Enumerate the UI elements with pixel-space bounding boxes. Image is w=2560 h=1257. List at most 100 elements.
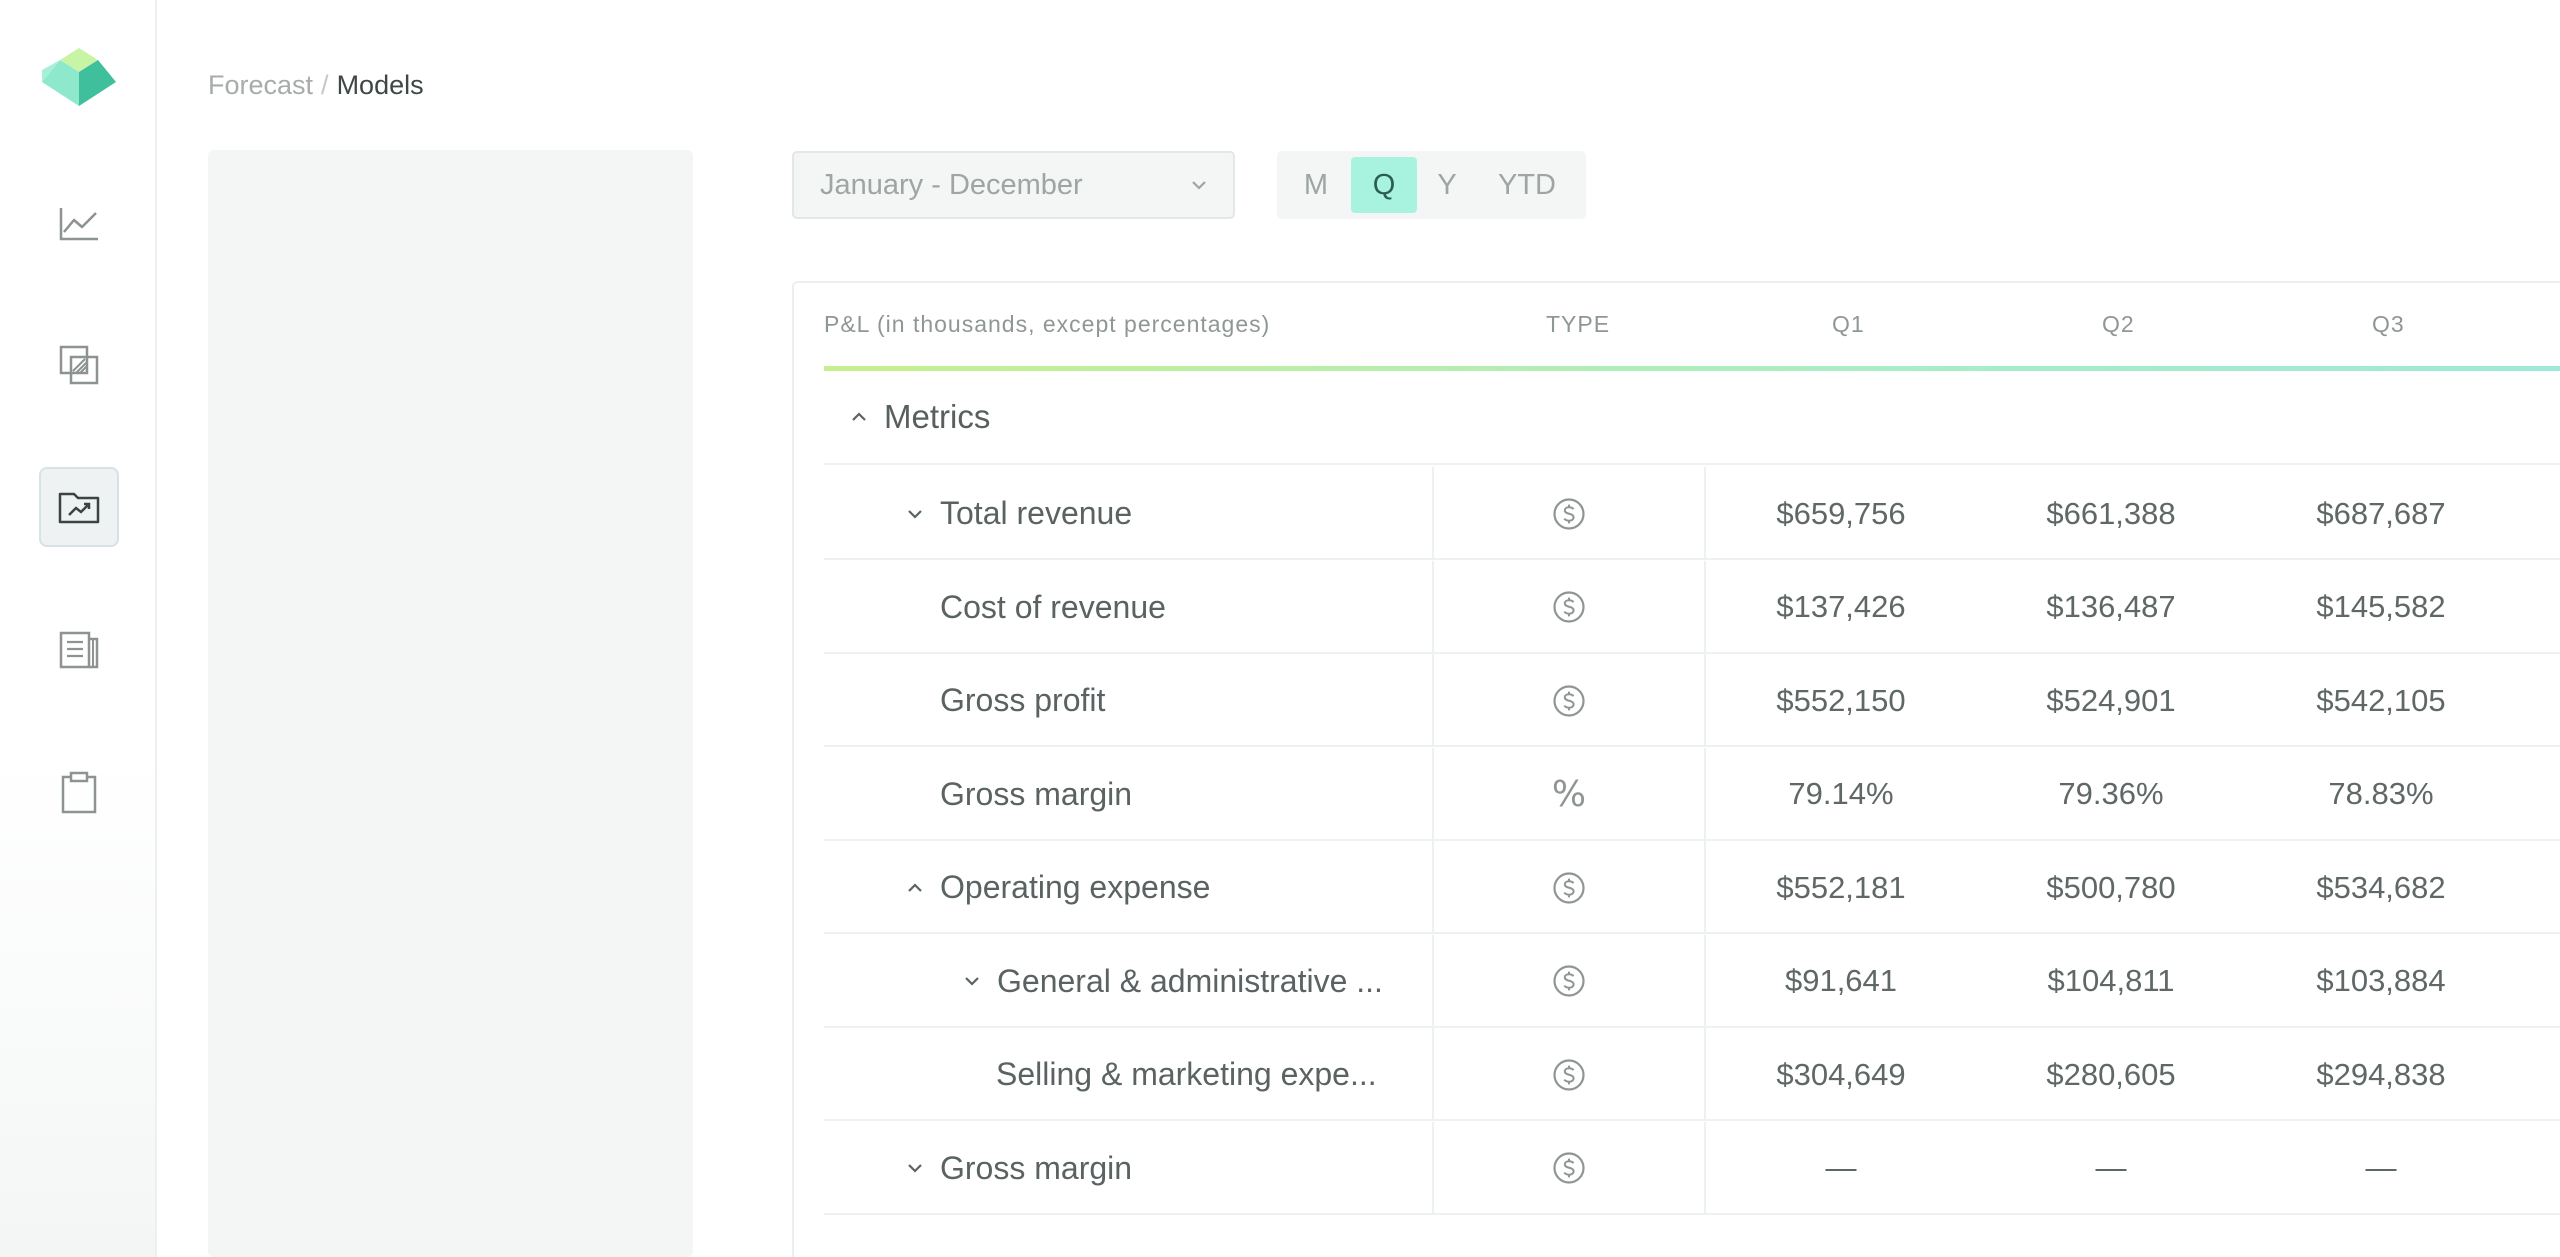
period-button-ytd[interactable]: YTD bbox=[1477, 157, 1577, 213]
row-type-cell bbox=[1434, 841, 1706, 934]
table-row[interactable]: Selling & marketing expe... $304,649 $280,… bbox=[824, 1028, 2560, 1121]
row-label-cell: Gross margin bbox=[824, 1121, 1434, 1215]
nav-item-layers[interactable] bbox=[39, 325, 119, 405]
row-value-q2[interactable]: $136,487 bbox=[1976, 561, 2246, 654]
row-type-cell: % bbox=[1434, 747, 1706, 841]
table-row[interactable]: General & administrative ... $91,641 $104,… bbox=[824, 934, 2560, 1028]
nav-item-analytics[interactable] bbox=[39, 183, 119, 263]
table-row[interactable]: Operating expense $552,181 $500,780 $534,68… bbox=[824, 841, 2560, 934]
row-value-q1[interactable]: $659,756 bbox=[1706, 467, 1976, 560]
table-row[interactable]: Gross margin — — — bbox=[824, 1121, 2560, 1215]
currency-icon bbox=[1553, 965, 1585, 997]
breadcrumb-forecast[interactable]: Forecast bbox=[208, 70, 313, 100]
row-label-cell: Operating expense bbox=[824, 841, 1434, 934]
currency-icon bbox=[1553, 497, 1585, 530]
row-label: Operating expense bbox=[940, 869, 1211, 905]
row-value-q3[interactable]: $542,105 bbox=[2246, 654, 2516, 747]
section-row-metrics[interactable]: Metrics bbox=[824, 371, 2560, 465]
currency-icon bbox=[1553, 591, 1585, 623]
row-type-cell bbox=[1434, 1121, 1706, 1215]
row-value-q1[interactable]: $137,426 bbox=[1706, 561, 1976, 654]
row-label-cell: Gross profit bbox=[824, 654, 1434, 747]
row-value-q1[interactable]: $552,150 bbox=[1706, 654, 1976, 747]
row-value-q2[interactable]: $524,901 bbox=[1976, 654, 2246, 747]
row-label-cell: Gross margin bbox=[824, 747, 1434, 841]
chevron-up-icon[interactable] bbox=[904, 877, 926, 899]
row-value-q3[interactable]: — bbox=[2246, 1122, 2516, 1215]
column-header-type: TYPE bbox=[1546, 311, 1611, 337]
currency-icon bbox=[1553, 871, 1585, 904]
column-header-label: P&L (in thousands, except percentages) bbox=[824, 311, 1271, 337]
period-toggle: M Q Y YTD bbox=[1277, 151, 1586, 219]
row-value-q3[interactable]: $534,682 bbox=[2246, 841, 2516, 934]
currency-icon bbox=[1553, 1058, 1585, 1091]
row-type-cell bbox=[1434, 1028, 1706, 1121]
row-value-q3[interactable]: $687,687 bbox=[2246, 467, 2516, 560]
chevron-down-icon bbox=[1192, 181, 1206, 190]
row-type-cell bbox=[1434, 467, 1706, 560]
row-label-cell: Cost of revenue bbox=[824, 560, 1434, 654]
folder-chart-icon bbox=[58, 492, 100, 524]
section-label: Metrics bbox=[884, 398, 991, 435]
currency-icon bbox=[1553, 684, 1585, 717]
row-type-cell bbox=[1434, 654, 1706, 747]
row-value-q3[interactable]: 78.83% bbox=[2246, 748, 2516, 841]
table-row[interactable]: Gross margin% 79.14% 79.36% 78.83% bbox=[824, 747, 2560, 841]
date-range-select[interactable]: January - December bbox=[792, 151, 1235, 219]
row-label: Gross profit bbox=[940, 682, 1106, 718]
row-value-q1[interactable]: — bbox=[1706, 1122, 1976, 1215]
row-label: General & administrative ... bbox=[997, 962, 1383, 999]
table-row[interactable]: Gross profit $552,150 $524,901 $542,105 bbox=[824, 654, 2560, 747]
row-value-q2[interactable]: $500,780 bbox=[1976, 841, 2246, 934]
nav-item-reports[interactable] bbox=[39, 610, 119, 690]
nav-item-tasks[interactable] bbox=[39, 753, 119, 833]
row-label-cell: Selling & marketing expe... bbox=[824, 1028, 1434, 1121]
row-value-q2[interactable]: $661,388 bbox=[1976, 467, 2246, 560]
row-value-q1[interactable]: $304,649 bbox=[1706, 1028, 1976, 1121]
row-value-q3[interactable]: $103,884 bbox=[2246, 935, 2516, 1028]
models-list-panel bbox=[208, 150, 693, 1257]
row-label-cell: General & administrative ... bbox=[824, 934, 1434, 1028]
chevron-up-icon bbox=[852, 412, 866, 421]
period-button-year[interactable]: Y bbox=[1417, 157, 1477, 213]
row-label: Gross margin bbox=[940, 1149, 1133, 1186]
row-label: Total revenue bbox=[940, 495, 1133, 531]
period-button-month[interactable]: M bbox=[1281, 157, 1351, 213]
row-type-cell bbox=[1434, 560, 1706, 654]
layers-icon bbox=[59, 345, 99, 385]
row-type-cell bbox=[1434, 934, 1706, 1028]
row-value-q2[interactable]: $104,811 bbox=[1976, 935, 2246, 1028]
row-label: Gross margin bbox=[940, 775, 1133, 812]
report-icon bbox=[59, 631, 99, 669]
row-label: Selling & marketing expe... bbox=[996, 1056, 1377, 1092]
line-chart-icon bbox=[59, 208, 98, 241]
date-range-value: January - December bbox=[820, 168, 1083, 201]
column-header-q3: Q3 bbox=[2372, 311, 2405, 337]
row-value-q1[interactable]: $552,181 bbox=[1706, 841, 1976, 934]
percent-icon: % bbox=[1551, 773, 1587, 815]
chevron-down-icon[interactable] bbox=[904, 503, 926, 525]
chevron-down-icon[interactable] bbox=[961, 970, 983, 992]
row-value-q2[interactable]: — bbox=[1976, 1122, 2246, 1215]
row-value-q3[interactable]: $294,838 bbox=[2246, 1028, 2516, 1121]
row-value-q3[interactable]: $145,582 bbox=[2246, 561, 2516, 654]
app-logo[interactable] bbox=[40, 48, 118, 106]
clipboard-icon bbox=[61, 771, 97, 814]
row-value-q2[interactable]: $280,605 bbox=[1976, 1028, 2246, 1121]
currency-icon bbox=[1553, 1152, 1585, 1184]
table-row[interactable]: Total revenue $659,756 $661,388 $687,687 bbox=[824, 467, 2560, 560]
row-value-q1[interactable]: 79.14% bbox=[1706, 748, 1976, 841]
nav-item-models[interactable] bbox=[39, 467, 119, 547]
row-label-cell: Total revenue bbox=[824, 467, 1434, 560]
row-value-q1[interactable]: $91,641 bbox=[1706, 935, 1976, 1028]
table-header: P&L (in thousands, except percentages) T… bbox=[794, 283, 2560, 367]
breadcrumb-models: Models bbox=[336, 70, 424, 100]
row-value-q2[interactable]: 79.36% bbox=[1976, 748, 2246, 841]
breadcrumb: Forecast / Models bbox=[208, 70, 424, 101]
chevron-down-icon[interactable] bbox=[904, 1157, 926, 1179]
sidebar bbox=[0, 0, 157, 1257]
period-button-quarter[interactable]: Q bbox=[1351, 157, 1417, 213]
breadcrumb-separator: / bbox=[321, 70, 329, 100]
table-row[interactable]: Cost of revenue $137,426 $136,487 $145,582 bbox=[824, 560, 2560, 654]
column-header-q1: Q1 bbox=[1832, 311, 1865, 337]
